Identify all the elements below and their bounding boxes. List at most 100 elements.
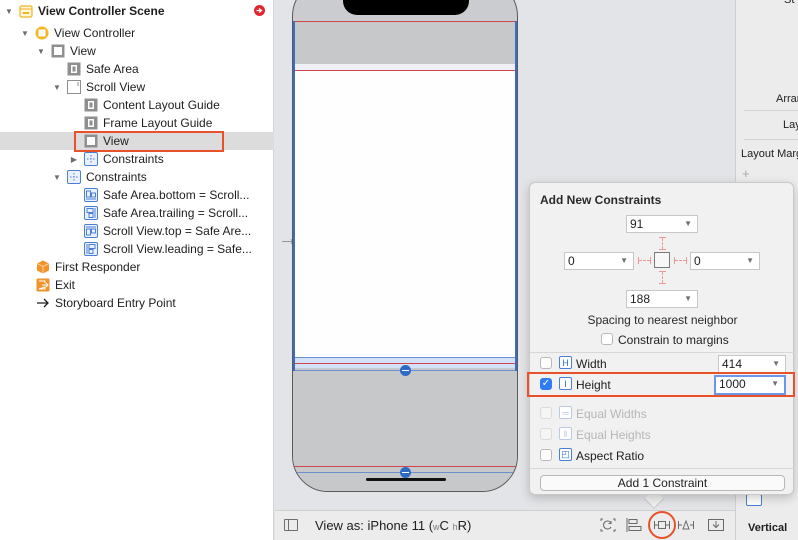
view-controller-icon [35, 26, 49, 40]
xcode-window: ▼ View Controller Scene ▼ View Controlle… [0, 0, 798, 540]
constraint-top-icon [84, 224, 98, 238]
inspector-section-vertical: Vertical [748, 522, 788, 534]
outline-label: Content Layout Guide [103, 98, 220, 112]
equal-widths-icon: ═ [559, 406, 572, 419]
outline-label: Safe Area.bottom = Scroll... [103, 188, 250, 202]
outline-item-view[interactable]: ▼ View [0, 42, 274, 60]
equal-heights-icon: ‖ [559, 427, 572, 440]
outline-item-constraint[interactable]: Safe Area.bottom = Scroll... [0, 186, 274, 204]
layout-guide-icon [84, 116, 98, 130]
embed-in-icon [708, 519, 724, 531]
trailing-constraint-strut[interactable] [674, 257, 687, 264]
scroll-view-icon [67, 80, 81, 94]
outline-item-first-responder[interactable]: First Responder [0, 258, 274, 276]
equal-heights-label: Equal Heights [576, 428, 651, 442]
outline-item-constraint[interactable]: Scroll View.top = Safe Are... [0, 222, 274, 240]
content-view[interactable] [293, 70, 517, 357]
constraint-line [293, 70, 517, 71]
size-class-h-value: R [457, 518, 467, 533]
outline-label: Exit [55, 278, 76, 292]
outline-label: Constraints [103, 152, 164, 166]
selected-view-preview [654, 252, 670, 268]
selection-annotation-box [74, 131, 224, 152]
selection-edge-right [515, 21, 517, 371]
disclosure-triangle-expanded-icon[interactable]: ▼ [20, 29, 30, 38]
width-value-combo[interactable]: 414 ▼ [718, 355, 786, 373]
warning-arrow-icon[interactable] [254, 5, 265, 16]
trailing-spacing-value: 0 [694, 254, 701, 268]
entry-arrow-icon [36, 296, 50, 310]
top-spacing-combo[interactable]: 91 ▼ [626, 215, 698, 233]
aspect-ratio-checkbox[interactable] [540, 449, 552, 461]
outline-item-exit[interactable]: Exit [0, 276, 274, 294]
divider [744, 139, 798, 140]
chevron-down-icon: ▼ [684, 219, 692, 228]
bottom-constraint-strut[interactable] [659, 271, 666, 284]
resize-handle[interactable] [400, 365, 411, 376]
equal-widths-checkbox[interactable] [540, 407, 552, 419]
disclosure-triangle-collapsed-icon[interactable]: ▶ [69, 155, 79, 164]
selection-edge [293, 357, 517, 358]
outline-label: View Controller [54, 26, 136, 40]
outline-item-constraint[interactable]: Scroll View.leading = Safe... [0, 240, 274, 258]
constrain-to-margins-checkbox[interactable] [601, 333, 613, 345]
height-row-annotation-box [527, 372, 795, 397]
first-responder-icon [36, 260, 50, 274]
outline-item-content-layout-guide[interactable]: Content Layout Guide [0, 96, 274, 114]
resolve-auto-layout-button[interactable] [675, 515, 697, 535]
update-frames-button[interactable] [597, 515, 619, 535]
bottom-spacing-value: 188 [630, 292, 651, 306]
equal-widths-label: Equal Widths [576, 407, 647, 421]
view-as-suffix: ) [466, 518, 472, 533]
outline-label: First Responder [55, 260, 141, 274]
disclosure-triangle-expanded-icon[interactable]: ▼ [52, 83, 62, 92]
phone-notch [343, 0, 469, 15]
view-as-button[interactable]: View as: iPhone 11 (wC hR) [315, 518, 471, 533]
outline-item-constraints[interactable]: ▼ Constraints [0, 168, 274, 186]
outline-item-constraint[interactable]: Safe Area.trailing = Scroll... [0, 204, 274, 222]
top-constraint-strut[interactable] [659, 237, 666, 250]
align-button[interactable] [623, 515, 645, 535]
add-constraints-button[interactable]: Add 1 Constraint [540, 475, 785, 491]
aspect-ratio-label: Aspect Ratio [576, 449, 645, 463]
embed-in-button[interactable] [705, 515, 727, 535]
add-constraints-annotation-circle [648, 511, 676, 539]
leading-spacing-value: 0 [568, 254, 575, 268]
disclosure-triangle-expanded-icon[interactable]: ▼ [4, 7, 14, 16]
iphone-frame[interactable] [292, 0, 518, 492]
disclosure-triangle-expanded-icon[interactable]: ▼ [36, 47, 46, 56]
disclosure-triangle-expanded-icon[interactable]: ▼ [52, 173, 62, 182]
outline-label: Safe Area [86, 62, 139, 76]
exit-icon [36, 278, 50, 292]
outline-label: Frame Layout Guide [103, 116, 213, 130]
add-variation-button[interactable]: + [742, 166, 750, 181]
resolve-auto-layout-icon [678, 519, 694, 530]
outline-item-view-constraints[interactable]: ▶ Constraints [0, 150, 274, 168]
outline-item-frame-layout-guide[interactable]: Frame Layout Guide [0, 114, 274, 132]
scene-icon [19, 4, 33, 18]
constrain-to-margins-label: Constrain to margins [618, 333, 729, 347]
bottom-spacing-combo[interactable]: 188 ▼ [626, 290, 698, 308]
leading-constraint-strut[interactable] [638, 257, 651, 264]
outline-item-storyboard-entry-point[interactable]: Storyboard Entry Point [0, 294, 274, 312]
leading-spacing-combo[interactable]: 0 ▼ [564, 252, 634, 270]
outline-item-safe-area[interactable]: Safe Area [0, 60, 274, 78]
outline-item-scroll-view[interactable]: ▼ Scroll View [0, 78, 274, 96]
outline-item-view-controller-scene[interactable]: ▼ View Controller Scene [0, 2, 274, 20]
layout-guide-icon [84, 98, 98, 112]
chevron-down-icon: ▼ [772, 359, 780, 368]
width-checkbox[interactable] [540, 357, 552, 369]
top-spacing-value: 91 [630, 217, 644, 231]
outline-item-view-controller[interactable]: ▼ View Controller [0, 24, 274, 42]
constraint-trailing-icon [84, 206, 98, 220]
equal-heights-checkbox[interactable] [540, 428, 552, 440]
outline-label: Scroll View.leading = Safe... [103, 242, 252, 256]
toggle-outline-icon[interactable] [284, 519, 298, 531]
resize-handle[interactable] [400, 467, 411, 478]
inspector-label: Layout Marg [741, 148, 798, 160]
outline-label: Storyboard Entry Point [55, 296, 176, 310]
constraints-icon [84, 152, 98, 166]
width-constraint-icon: H [559, 356, 572, 369]
trailing-spacing-combo[interactable]: 0 ▼ [690, 252, 760, 270]
constraint-leading-icon [84, 242, 98, 256]
